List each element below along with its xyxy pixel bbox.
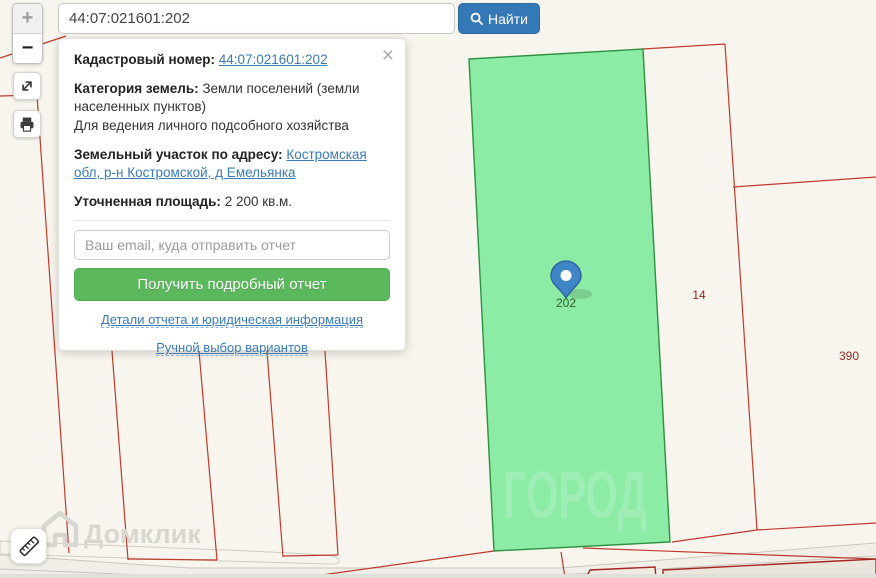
cadastral-number-row: Кадастровый номер: 44:07:021601:202 [74,51,390,70]
search-input[interactable] [58,3,455,34]
report-details-link-label: Детали отчета и юридическая информация [100,312,364,329]
area-row: Уточненная площадь: 2 200 кв.м. [74,193,390,212]
address-label: Земельный участок по адресу: [74,146,283,162]
zoom-control-group: + − [12,3,43,64]
manual-select-link[interactable]: Ручной выбор вариантов [74,339,390,357]
fullscreen-icon [22,81,32,91]
printer-icon [20,117,34,132]
popup-divider [74,220,390,222]
land-category-row: Категория земель: Земли поселений (земли… [74,80,390,136]
parcel-info-popup: × Кадастровый номер: 44:07:021601:202 Ка… [58,38,406,357]
parcel-14-label: 14 [692,288,706,302]
bottom-strip [0,574,876,578]
land-category-label: Категория земель: [74,80,199,96]
svg-text:ГОРОД: ГОРОД [503,458,647,533]
email-field[interactable] [74,230,390,261]
find-button-label: Найти [488,10,528,27]
manual-select-link-label: Ручной выбор вариантов [156,340,308,357]
get-report-button[interactable]: Получить подробный отчет [74,268,390,302]
address-row: Земельный участок по адресу: Костромская… [74,146,390,183]
area-value: 2 200 кв.м. [224,193,293,209]
zoom-out-button[interactable]: − [13,34,42,63]
close-icon[interactable]: × [382,45,394,66]
city-watermark: ГОРОД [503,458,647,533]
report-details-link[interactable]: Детали отчета и юридическая информация [74,311,390,329]
cadastral-number-link[interactable]: 44:07:021601:202 [219,52,328,67]
ruler-icon [19,536,39,557]
find-button[interactable]: Найти [458,3,540,34]
area-label: Уточненная площадь: [74,193,221,209]
print-button[interactable] [13,110,41,138]
measure-button[interactable] [10,528,47,564]
parcel-202-label: 202 [556,296,576,310]
parcel-390-label: 390 [839,349,859,363]
cadastral-number-label: Кадастровый номер: [74,52,215,67]
search-icon [470,12,484,25]
land-use-note: Для ведения личного подсобного хозяйства [74,117,349,133]
svg-text:Домклик: Домклик [84,519,201,549]
cadastral-map-app: ГОРОД 202 14 390 Домклик + − 44:07:02160… [0,0,876,578]
fullscreen-button[interactable] [13,72,41,100]
zoom-in-button[interactable]: + [13,4,42,34]
